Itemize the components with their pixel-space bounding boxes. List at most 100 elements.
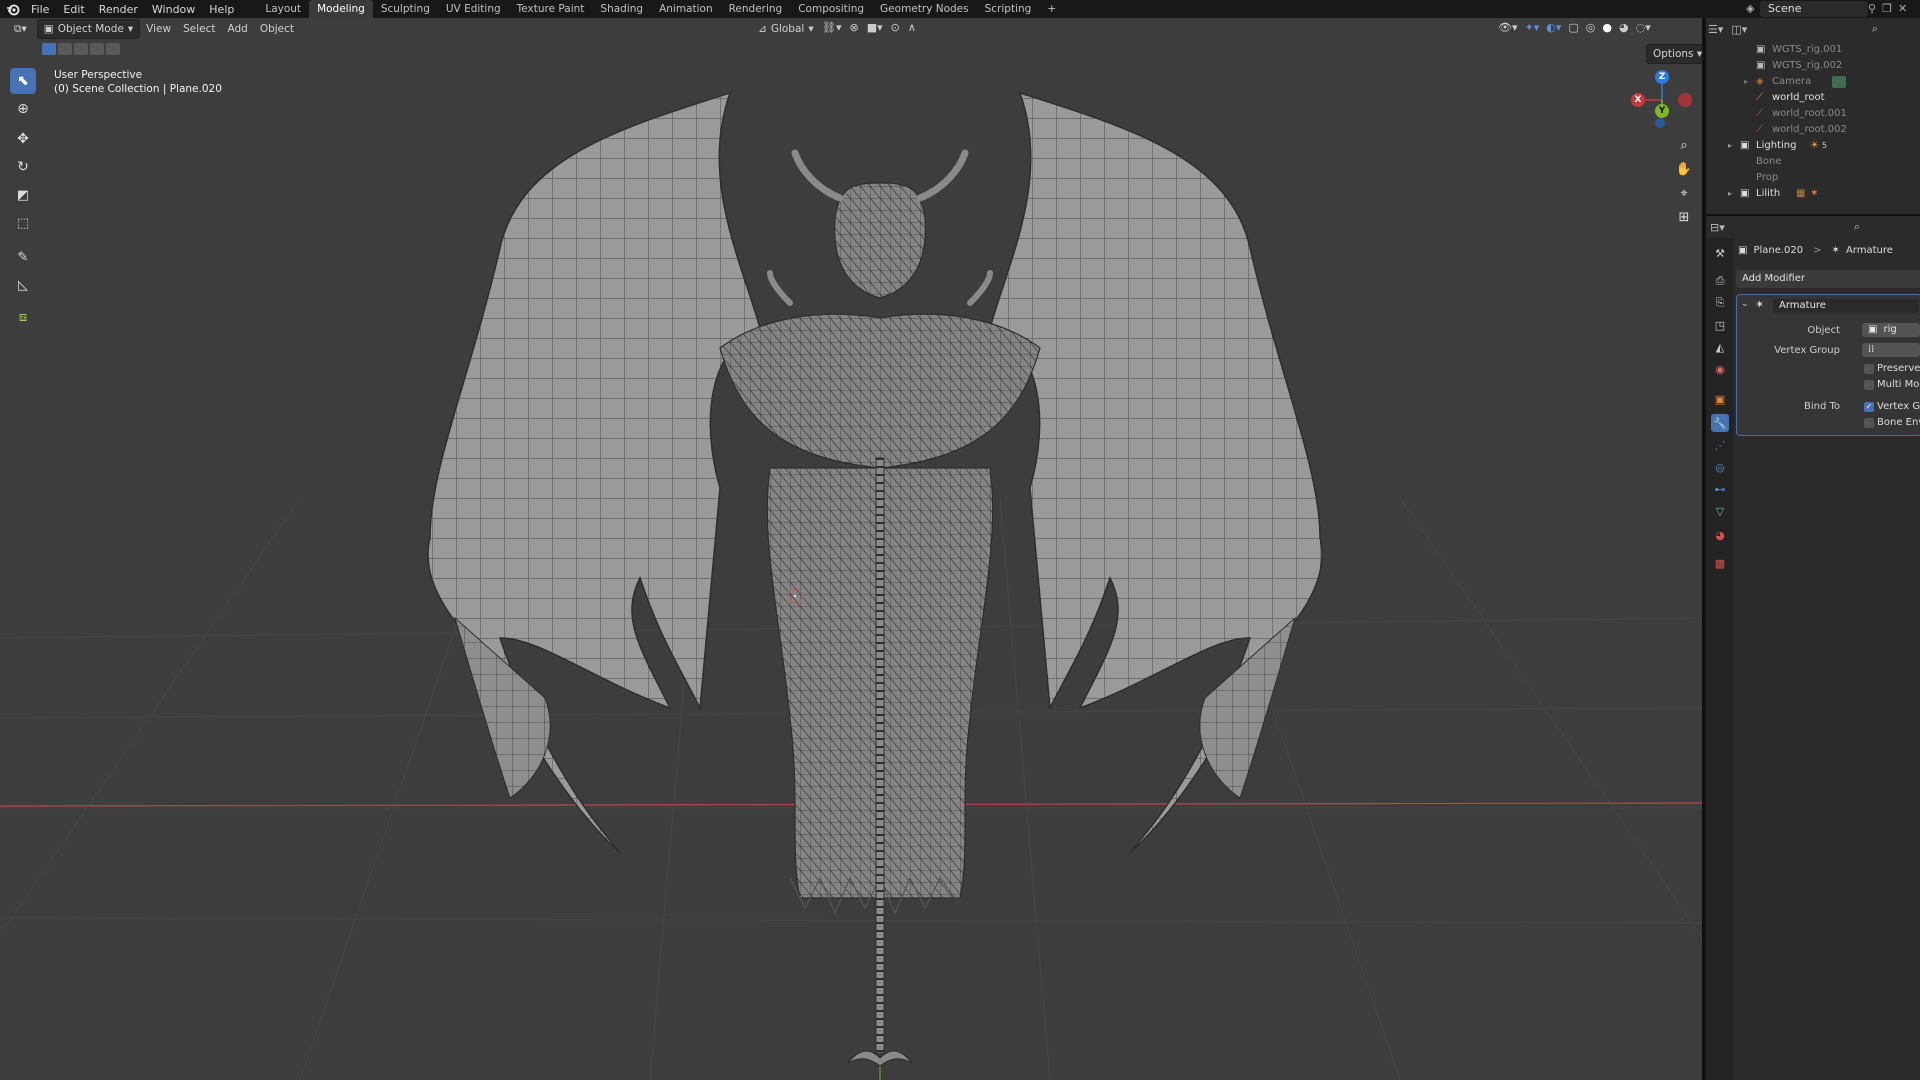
add-modifier-button[interactable]: Add Modifier xyxy=(1736,270,1920,288)
move-tool[interactable]: ✥ xyxy=(10,126,36,152)
particles-tab-icon[interactable]: ⋰ xyxy=(1711,436,1729,454)
blender-logo-icon[interactable] xyxy=(6,2,20,16)
xray-icon[interactable]: ▢ xyxy=(1568,21,1578,34)
scene-tab-icon[interactable]: ◭ xyxy=(1711,338,1729,356)
bind-bone-envelopes-checkbox[interactable] xyxy=(1864,418,1874,428)
wireframe-shading-icon[interactable]: ◎ xyxy=(1586,21,1596,34)
tool-tab-icon[interactable]: ⚒ xyxy=(1711,244,1729,262)
data-tab-icon[interactable]: ▽ xyxy=(1711,502,1729,520)
select-box-tool[interactable]: ⬉ xyxy=(10,68,36,94)
tab-texture-paint[interactable]: Texture Paint xyxy=(509,0,593,18)
pin-icon[interactable]: ⚲ xyxy=(1868,2,1876,16)
display-mode-icon[interactable]: ◫▾ xyxy=(1731,23,1747,36)
menu-add[interactable]: Add xyxy=(221,20,253,38)
menu-file[interactable]: File xyxy=(24,3,56,16)
outliner-item[interactable]: ⟋ world_root xyxy=(1706,90,1920,106)
select-intersect-icon[interactable] xyxy=(106,43,120,55)
search-icon[interactable]: ⌕ xyxy=(1872,22,1878,36)
bind-vertex-groups-checkbox[interactable]: ✓ xyxy=(1864,402,1874,412)
falloff-icon[interactable]: ∧ xyxy=(908,21,916,34)
tab-compositing[interactable]: Compositing xyxy=(790,0,872,18)
object-field[interactable]: ▣ rig xyxy=(1862,323,1920,337)
tab-sculpting[interactable]: Sculpting xyxy=(373,0,438,18)
select-extend-icon[interactable] xyxy=(58,43,72,55)
vertex-group-field[interactable]: ⁞⁞ xyxy=(1862,343,1920,357)
navigation-gizmo[interactable]: Z X Y xyxy=(1628,68,1692,132)
modifier-tab-icon[interactable]: 🔧 xyxy=(1711,414,1729,432)
gizmo-z-axis[interactable]: Z xyxy=(1655,70,1669,84)
menu-help[interactable]: Help xyxy=(202,3,241,16)
expand-arrow-icon[interactable]: ▸ xyxy=(1728,138,1732,154)
add-cube-tool[interactable]: ⧈ xyxy=(10,304,36,330)
cursor-tool[interactable]: ⊕ xyxy=(10,96,36,122)
view-layer-tab-icon[interactable]: ◳ xyxy=(1711,316,1729,334)
rotate-tool[interactable]: ↻ xyxy=(10,154,36,180)
tab-animation[interactable]: Animation xyxy=(651,0,721,18)
outliner-item[interactable]: Bone xyxy=(1706,154,1920,170)
annotate-tool[interactable]: ✎ xyxy=(10,244,36,270)
tab-modeling[interactable]: Modeling xyxy=(309,0,373,18)
gizmo-neg-x-axis[interactable] xyxy=(1678,93,1692,107)
editor-type-icon[interactable]: ⊟▾ xyxy=(1710,221,1725,234)
snap-target-icon[interactable]: ■▾ xyxy=(867,21,883,34)
outliner-item[interactable]: ⟋ world_root.001 xyxy=(1706,106,1920,122)
camera-data-icon[interactable] xyxy=(1832,76,1846,88)
collapse-chevron-icon[interactable]: ⌄ xyxy=(1741,299,1749,309)
outliner-item[interactable]: Prop xyxy=(1706,170,1920,186)
mode-selector[interactable]: ▣ Object Mode ▾ xyxy=(36,19,141,39)
select-new-icon[interactable] xyxy=(42,43,56,55)
modifier-name-input[interactable]: Armature xyxy=(1773,299,1919,313)
transform-tool[interactable]: ⬚ xyxy=(10,210,36,236)
pan-hand-icon[interactable]: ✋ xyxy=(1672,158,1696,180)
options-dropdown[interactable]: Options ▾ xyxy=(1646,44,1710,64)
outliner-item[interactable]: ▣ WGTS_rig.001 xyxy=(1706,42,1920,58)
add-workspace-button[interactable]: + xyxy=(1039,0,1064,18)
multi-modifier-checkbox[interactable] xyxy=(1864,380,1874,390)
select-subtract-icon[interactable] xyxy=(74,43,88,55)
rendered-shading-icon[interactable]: ◌▾ xyxy=(1636,21,1651,34)
close-icon[interactable]: ✕ xyxy=(1898,2,1907,16)
material-tab-icon[interactable]: ◕ xyxy=(1711,526,1729,544)
measure-tool[interactable]: ◺ xyxy=(10,272,36,298)
object-tab-icon[interactable]: ▣ xyxy=(1711,390,1729,408)
solid-shading-icon[interactable]: ● xyxy=(1602,21,1612,34)
texture-tab-icon[interactable]: ▩ xyxy=(1711,554,1729,572)
world-tab-icon[interactable]: ◉ xyxy=(1711,360,1729,378)
snap-icon[interactable]: ⊗ xyxy=(850,21,859,34)
menu-render[interactable]: Render xyxy=(92,3,145,16)
outliner-item[interactable]: ▸ ◈ Camera xyxy=(1706,74,1920,90)
gizmo-x-axis[interactable]: X xyxy=(1631,93,1645,107)
expand-arrow-icon[interactable]: ▸ xyxy=(1744,74,1748,90)
tab-scripting[interactable]: Scripting xyxy=(977,0,1040,18)
camera-view-icon[interactable]: ⌖ xyxy=(1672,182,1696,204)
outliner-item[interactable]: ▸ ▣ Lighting ☀ 5 xyxy=(1706,138,1920,154)
overlay-toggle-icon[interactable]: ◐▾ xyxy=(1546,21,1561,34)
menu-edit[interactable]: Edit xyxy=(56,3,91,16)
constraints-tab-icon[interactable]: ⊷ xyxy=(1711,480,1729,498)
perspective-toggle-icon[interactable]: ⊞ xyxy=(1672,206,1696,228)
proportional-edit-icon[interactable]: ⊙ xyxy=(891,21,900,34)
search-icon[interactable]: ⌕ xyxy=(1854,220,1860,234)
scene-selector[interactable]: Scene xyxy=(1760,1,1868,17)
gizmo-y-axis[interactable]: Y xyxy=(1655,104,1669,118)
outliner-item[interactable]: ▸ ▣ Lilith ▦ ✶ xyxy=(1706,186,1920,202)
output-tab-icon[interactable]: ⎘ xyxy=(1711,294,1729,312)
gizmo-neg-z-axis[interactable] xyxy=(1655,118,1665,128)
tab-rendering[interactable]: Rendering xyxy=(721,0,791,18)
editor-type-icon[interactable]: ⧉▾ xyxy=(8,20,33,38)
outliner-item[interactable]: ⟋ world_root.002 xyxy=(1706,122,1920,138)
pivot-icon[interactable]: ⛓▾ xyxy=(822,21,842,34)
tab-layout[interactable]: Layout xyxy=(257,0,309,18)
transform-orientation-dropdown[interactable]: ⊿ Global ▾ xyxy=(752,20,820,38)
viewport-3d[interactable] xyxy=(0,18,1702,1080)
expand-arrow-icon[interactable]: ▸ xyxy=(1728,186,1732,202)
menu-view[interactable]: View xyxy=(140,20,177,38)
outliner-item[interactable]: ▣ WGTS_rig.002 xyxy=(1706,58,1920,74)
tab-uv-editing[interactable]: UV Editing xyxy=(438,0,509,18)
visibility-icon[interactable]: 👁▾ xyxy=(1498,21,1518,34)
editor-type-icon[interactable]: ☰▾ xyxy=(1708,23,1723,36)
zoom-icon[interactable]: ⌕ xyxy=(1672,134,1696,156)
tab-shading[interactable]: Shading xyxy=(592,0,651,18)
menu-object[interactable]: Object xyxy=(254,20,300,38)
select-invert-icon[interactable] xyxy=(90,43,104,55)
